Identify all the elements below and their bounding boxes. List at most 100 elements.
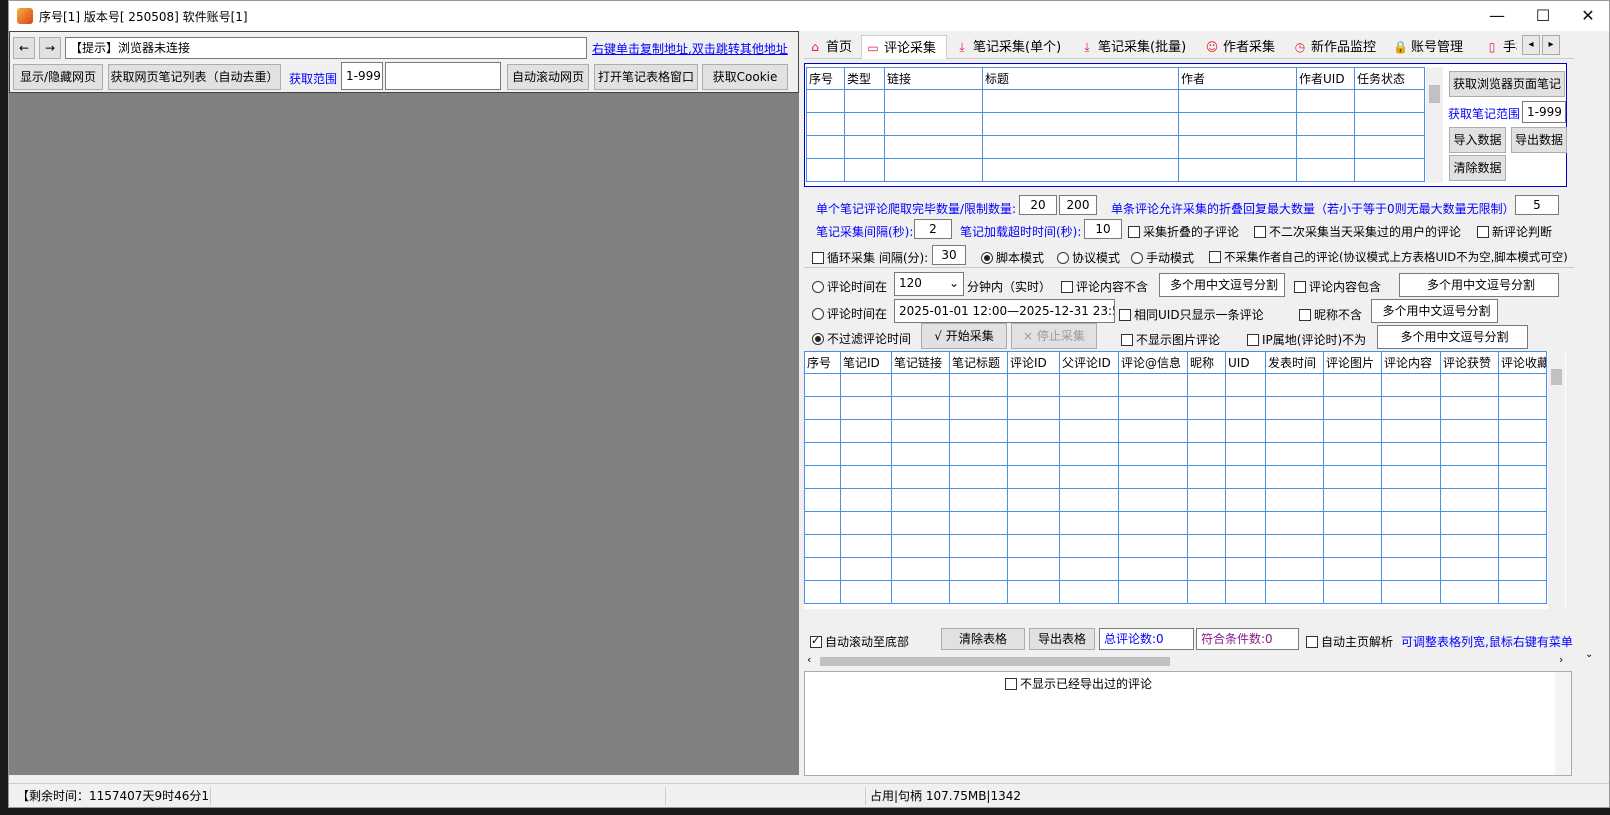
no-time-filter-radio[interactable]: 不过滤评论时间 bbox=[812, 330, 911, 347]
content-exclude-checkbox[interactable]: 评论内容不含 bbox=[1061, 278, 1148, 295]
minimize-button[interactable]: — bbox=[1474, 1, 1520, 31]
chevron-down-icon[interactable]: ⌄ bbox=[1585, 649, 1593, 660]
collect-fold-checkbox[interactable]: 采集折叠的子评论 bbox=[1128, 223, 1239, 240]
column-header[interactable]: 笔记ID bbox=[840, 351, 892, 374]
table-row[interactable] bbox=[804, 465, 1547, 489]
auto-home-parse-checkbox[interactable]: 自动主页解析 bbox=[1306, 633, 1393, 650]
tab-scroll-left-button[interactable]: ◂ bbox=[1522, 35, 1540, 55]
timeout-input[interactable]: 10 bbox=[1084, 219, 1122, 239]
column-header[interactable]: UID bbox=[1225, 351, 1266, 374]
table-row[interactable] bbox=[804, 373, 1547, 397]
tab-author-collect[interactable]: ☺ 作者采集 bbox=[1201, 35, 1287, 59]
auto-scroll-page-button[interactable]: 自动滚动网页 bbox=[507, 64, 589, 90]
column-header[interactable]: 昵称 bbox=[1187, 351, 1226, 374]
scroll-thumb[interactable] bbox=[1551, 369, 1562, 385]
table-row[interactable] bbox=[806, 89, 1425, 113]
per-note-done-input[interactable]: 20 bbox=[1019, 195, 1057, 215]
back-button[interactable]: ← bbox=[13, 37, 35, 59]
toggle-page-button[interactable]: 显示/隐藏网页 bbox=[13, 64, 103, 90]
browser-viewport[interactable] bbox=[9, 93, 799, 775]
table-row[interactable] bbox=[804, 488, 1547, 512]
table-row[interactable] bbox=[804, 557, 1547, 581]
close-button[interactable]: ✕ bbox=[1565, 1, 1610, 31]
time-within-select[interactable]: 120 ⌄ bbox=[894, 272, 964, 296]
address-bar[interactable]: 【提示】浏览器未连接 bbox=[65, 37, 587, 59]
loop-collect-checkbox[interactable]: 循环采集 间隔(分): bbox=[812, 249, 928, 266]
column-header[interactable]: 笔记链接 bbox=[891, 351, 950, 374]
horizontal-scrollbar[interactable]: ‹ › bbox=[804, 653, 1574, 670]
export-table-button[interactable]: 导出表格 bbox=[1029, 628, 1095, 650]
column-header[interactable]: 评论图片 bbox=[1323, 351, 1382, 374]
forward-button[interactable]: → bbox=[39, 37, 61, 59]
column-header[interactable]: 标题 bbox=[982, 67, 1179, 90]
range-input[interactable]: 1-999 bbox=[341, 62, 383, 90]
auto-scroll-bottom-checkbox[interactable]: 自动滚动至底部 bbox=[810, 633, 909, 650]
ip-not-checkbox[interactable]: IP属地(评论时)不为 bbox=[1247, 331, 1366, 348]
time-range-radio[interactable]: 评论时间在 bbox=[812, 305, 887, 322]
mode-protocol-radio[interactable]: 协议模式 bbox=[1057, 249, 1120, 266]
new-comment-checkbox[interactable]: 新评论判断 bbox=[1477, 223, 1552, 240]
stop-collect-button[interactable]: × 停止采集 bbox=[1011, 323, 1097, 349]
table-row[interactable] bbox=[806, 112, 1425, 136]
task-table-scrollbar[interactable] bbox=[1426, 67, 1443, 183]
column-header[interactable]: 序号 bbox=[804, 351, 841, 374]
get-browser-notes-button[interactable]: 获取浏览器页面笔记 bbox=[1449, 71, 1565, 97]
tab-note-batch[interactable]: ⤓ 笔记采集(批量) bbox=[1076, 35, 1198, 59]
interval-input[interactable]: 2 bbox=[914, 219, 952, 239]
export-data-button[interactable]: 导出数据 bbox=[1511, 127, 1567, 153]
results-table[interactable]: 序号 笔记ID 笔记链接 笔记标题 评论ID 父评论ID 评论@信息 昵称 UI… bbox=[804, 351, 1547, 604]
column-header[interactable]: 序号 bbox=[806, 67, 845, 90]
chevron-right-icon[interactable]: › bbox=[1559, 653, 1563, 666]
time-range-input[interactable]: 2025-01-01 12:00—2025-12-31 23:59 bbox=[894, 299, 1115, 323]
mode-manual-radio[interactable]: 手动模式 bbox=[1131, 249, 1194, 266]
table-row[interactable] bbox=[806, 135, 1425, 159]
column-header[interactable]: 评论内容 bbox=[1381, 351, 1441, 374]
content-include-checkbox[interactable]: 评论内容包含 bbox=[1294, 278, 1381, 295]
loop-interval-input[interactable]: 30 bbox=[932, 245, 966, 265]
tab-phone[interactable]: ▯手机 bbox=[1481, 35, 1517, 59]
table-row[interactable] bbox=[804, 419, 1547, 443]
tab-comment-collect[interactable]: ▭ 评论采集 bbox=[861, 35, 947, 59]
column-header[interactable]: 父评论ID bbox=[1059, 351, 1119, 374]
nickname-exclude-checkbox[interactable]: 昵称不含 bbox=[1299, 306, 1362, 323]
content-include-input[interactable]: 多个用中文逗号分割 bbox=[1399, 273, 1559, 297]
table-row[interactable] bbox=[804, 511, 1547, 535]
get-cookie-button[interactable]: 获取Cookie bbox=[702, 64, 788, 90]
hide-exported-checkbox[interactable]: 不显示已经导出过的评论 bbox=[1005, 675, 1152, 692]
per-note-limit-input[interactable]: 200 bbox=[1059, 195, 1097, 215]
column-header[interactable]: 评论获赞 bbox=[1440, 351, 1499, 374]
task-table[interactable]: 序号 类型 链接 标题 作者 作者UID 任务状态 bbox=[806, 67, 1425, 182]
column-header[interactable]: 任务状态 bbox=[1354, 67, 1425, 90]
results-table-scrollbar[interactable] bbox=[1548, 351, 1565, 609]
scroll-thumb[interactable] bbox=[1429, 85, 1440, 103]
skip-author-checkbox[interactable]: 不采集作者自己的评论(协议模式上方表格UID不为空,脚本模式可空) bbox=[1209, 249, 1568, 265]
mode-script-radio[interactable]: 脚本模式 bbox=[981, 249, 1044, 266]
table-row[interactable] bbox=[804, 534, 1547, 558]
time-within-radio[interactable]: 评论时间在 bbox=[812, 278, 887, 295]
clear-data-button[interactable]: 清除数据 bbox=[1449, 155, 1506, 181]
column-header[interactable]: 发表时间 bbox=[1265, 351, 1324, 374]
address-hint-link[interactable]: 右键单击复制地址,双击跳转其他地址 bbox=[592, 40, 788, 57]
fetch-note-list-button[interactable]: 获取网页笔记列表（自动去重） bbox=[108, 64, 281, 90]
maximize-button[interactable]: ☐ bbox=[1520, 1, 1566, 31]
column-header[interactable]: 作者UID bbox=[1296, 67, 1355, 90]
tab-scroll-right-button[interactable]: ▸ bbox=[1542, 35, 1560, 55]
table-row[interactable] bbox=[804, 396, 1547, 420]
content-exclude-input[interactable]: 多个用中文逗号分割 bbox=[1159, 273, 1285, 297]
range-extra-input[interactable] bbox=[385, 62, 501, 90]
hide-images-checkbox[interactable]: 不显示图片评论 bbox=[1121, 331, 1220, 348]
scroll-thumb[interactable] bbox=[820, 657, 1170, 666]
fold-max-input[interactable]: 5 bbox=[1515, 195, 1559, 215]
ip-not-input[interactable]: 多个用中文逗号分割 bbox=[1377, 325, 1528, 349]
open-note-table-button[interactable]: 打开笔记表格窗口 bbox=[594, 64, 698, 90]
column-header[interactable]: 作者 bbox=[1178, 67, 1297, 90]
skip-same-day-checkbox[interactable]: 不二次采集当天采集过的用户的评论 bbox=[1254, 223, 1461, 240]
clear-table-button[interactable]: 清除表格 bbox=[941, 628, 1025, 650]
table-row[interactable] bbox=[806, 158, 1425, 182]
same-uid-once-checkbox[interactable]: 相同UID只显示一条评论 bbox=[1119, 306, 1264, 323]
column-header[interactable]: 评论ID bbox=[1007, 351, 1060, 374]
import-data-button[interactable]: 导入数据 bbox=[1449, 127, 1506, 153]
chevron-left-icon[interactable]: ‹ bbox=[807, 653, 811, 666]
nickname-exclude-input[interactable]: 多个用中文逗号分割 bbox=[1371, 299, 1498, 323]
tab-new-work-monitor[interactable]: ◷ 新作品监控 bbox=[1289, 35, 1386, 59]
